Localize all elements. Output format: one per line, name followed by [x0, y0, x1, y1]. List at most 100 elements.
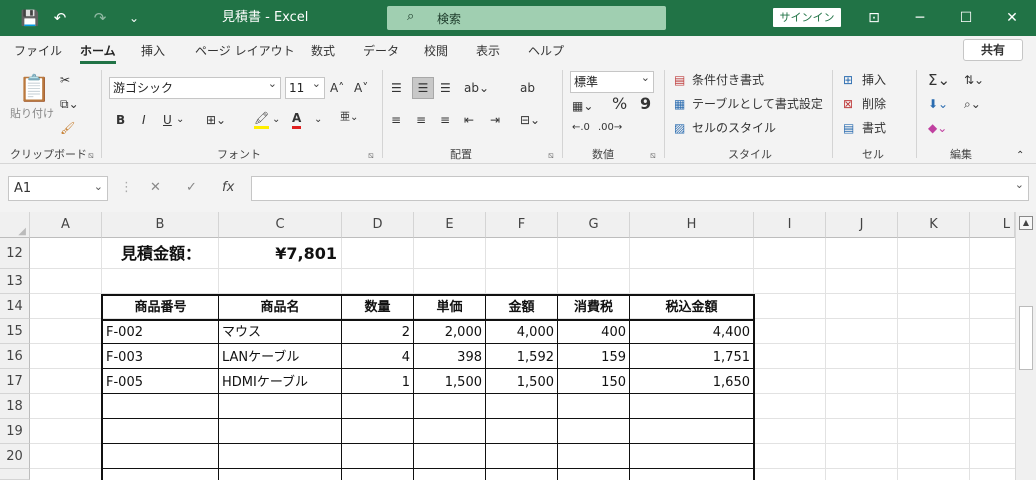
undo-icon[interactable]: ↶ — [50, 8, 70, 28]
fill-icon[interactable]: ⬇⌄ — [928, 96, 948, 112]
col-header-l[interactable]: L — [970, 212, 1015, 238]
table-cell[interactable]: 1,751 — [630, 345, 753, 370]
table-cell[interactable]: 398 — [414, 345, 485, 370]
tab-review[interactable]: 校閲 — [424, 42, 448, 59]
table-cell[interactable]: 150 — [558, 370, 629, 395]
formula-input[interactable]: ⌄ — [251, 176, 1029, 201]
align-bottom-icon[interactable]: ☰ — [440, 80, 451, 96]
col-header-c[interactable]: C — [219, 212, 342, 238]
tab-view[interactable]: 表示 — [476, 42, 500, 59]
header-tax[interactable]: 消費税 — [558, 295, 629, 320]
save-icon[interactable]: 💾 — [20, 8, 40, 28]
table-cell[interactable]: F-003 — [103, 345, 218, 370]
header-amount[interactable]: 金額 — [486, 295, 557, 320]
delete-cells-icon[interactable]: ⊠ — [843, 96, 853, 112]
orientation-icon[interactable]: ab⌄ — [464, 80, 489, 96]
paste-icon[interactable]: 📋 — [18, 74, 50, 104]
merge-center-icon[interactable]: ⊟⌄ — [520, 112, 540, 128]
restore-button[interactable]: ☐ — [956, 8, 976, 28]
estimate-total-value[interactable]: ¥7,801 — [219, 240, 340, 268]
col-header-i[interactable]: I — [754, 212, 826, 238]
underline-dropdown-icon[interactable]: ⌄ — [176, 112, 184, 128]
table-cell[interactable]: 4,400 — [630, 320, 753, 345]
table-cell[interactable]: HDMIケーブル — [219, 370, 341, 395]
table-cell[interactable]: 159 — [558, 345, 629, 370]
row-header-20[interactable]: 20 — [0, 444, 30, 469]
row-header-18[interactable]: 18 — [0, 394, 30, 419]
table-cell[interactable]: 4 — [342, 345, 413, 370]
wrap-text-icon[interactable]: ab — [520, 80, 535, 96]
tab-page-layout[interactable]: ページ レイアウト — [195, 42, 295, 59]
format-painter-icon[interactable]: 🖌 — [60, 120, 75, 136]
italic-button[interactable]: I — [142, 112, 146, 128]
clear-icon[interactable]: ◆⌄ — [928, 120, 947, 136]
fill-color-dropdown-icon[interactable]: ⌄ — [272, 112, 280, 128]
expand-formula-bar-icon[interactable]: ⌄ — [1015, 178, 1024, 191]
format-cells-button[interactable]: 書式 — [862, 120, 886, 136]
share-button[interactable]: 共有 — [963, 39, 1023, 61]
align-left-icon[interactable]: ≡ — [391, 112, 401, 128]
table-cell[interactable]: LANケーブル — [219, 345, 341, 370]
comma-style-button[interactable]: 9 — [640, 96, 651, 112]
copy-icon[interactable]: ⧉⌄ — [60, 96, 79, 112]
row-header-15[interactable]: 15 — [0, 319, 30, 344]
col-header-g[interactable]: G — [558, 212, 630, 238]
percent-style-button[interactable]: % — [612, 96, 627, 112]
col-header-k[interactable]: K — [898, 212, 970, 238]
header-unit-price[interactable]: 単価 — [414, 295, 485, 320]
name-box[interactable]: A1 ⌄ — [8, 176, 108, 201]
increase-decimal-icon[interactable]: ←.0 — [572, 120, 590, 136]
row-header-14[interactable]: 14 — [0, 294, 30, 319]
table-cell[interactable]: 2,000 — [414, 320, 485, 345]
table-cell[interactable]: 400 — [558, 320, 629, 345]
row-header-16[interactable]: 16 — [0, 344, 30, 369]
customize-quick-access-icon[interactable]: ⌄ — [126, 8, 142, 28]
insert-cells-button[interactable]: 挿入 — [862, 72, 886, 88]
scroll-thumb[interactable] — [1019, 306, 1033, 370]
tab-insert[interactable]: 挿入 — [141, 42, 165, 59]
font-color-icon[interactable]: A — [292, 110, 302, 129]
row-header-17[interactable]: 17 — [0, 369, 30, 394]
autosum-icon[interactable]: Σ⌄ — [928, 72, 950, 88]
format-cells-icon[interactable]: ▤ — [843, 120, 854, 136]
estimate-total-label[interactable]: 見積金額： — [118, 240, 204, 268]
cancel-icon[interactable]: ✕ — [150, 180, 161, 195]
table-cell[interactable]: 1 — [342, 370, 413, 395]
close-button[interactable]: ✕ — [1002, 8, 1022, 28]
row-header-13[interactable]: 13 — [0, 269, 30, 294]
redo-icon[interactable]: ↷ — [90, 8, 110, 28]
format-as-table-icon[interactable]: ▦ — [674, 96, 685, 112]
row-header-12[interactable]: 12 — [0, 238, 30, 269]
table-cell[interactable]: F-005 — [103, 370, 218, 395]
collapse-ribbon-icon[interactable]: ⌃ — [1016, 148, 1024, 164]
tab-file[interactable]: ファイル — [14, 42, 62, 59]
minimize-button[interactable]: ─ — [910, 8, 930, 28]
conditional-format-button[interactable]: 条件付き書式 — [692, 72, 764, 88]
signin-button[interactable]: サインイン — [773, 8, 841, 27]
tab-data[interactable]: データ — [363, 42, 399, 59]
table-cell[interactable]: 1,650 — [630, 370, 753, 395]
table-cell[interactable]: 2 — [342, 320, 413, 345]
table-cell[interactable]: F-002 — [103, 320, 218, 345]
cut-icon[interactable]: ✂ — [60, 72, 70, 88]
insert-cells-icon[interactable]: ⊞ — [843, 72, 853, 88]
col-header-j[interactable]: J — [826, 212, 898, 238]
name-box-dropdown-icon[interactable]: ⌄ — [94, 175, 103, 198]
tab-formulas[interactable]: 数式 — [311, 42, 335, 59]
increase-indent-icon[interactable]: ⇥ — [490, 112, 500, 128]
tab-home[interactable]: ホーム — [80, 42, 116, 64]
font-launcher-icon[interactable]: ⧅ — [368, 148, 374, 164]
font-name-dropdown[interactable]: 游ゴシック — [109, 74, 281, 99]
table-cell[interactable]: 4,000 — [486, 320, 557, 345]
col-header-h[interactable]: H — [630, 212, 754, 238]
row-header-19[interactable]: 19 — [0, 419, 30, 444]
borders-icon[interactable]: ⊞⌄ — [206, 112, 226, 128]
col-header-f[interactable]: F — [486, 212, 558, 238]
delete-cells-button[interactable]: 削除 — [862, 96, 886, 112]
enter-icon[interactable]: ✓ — [186, 180, 197, 195]
header-quantity[interactable]: 数量 — [342, 295, 413, 320]
header-item-name[interactable]: 商品名 — [219, 295, 341, 320]
ribbon-display-options-icon[interactable]: ⊡ — [864, 8, 884, 28]
search-box[interactable]: ⌕ 検索 — [387, 6, 666, 30]
sort-filter-icon[interactable]: ⇅⌄ — [964, 72, 984, 88]
